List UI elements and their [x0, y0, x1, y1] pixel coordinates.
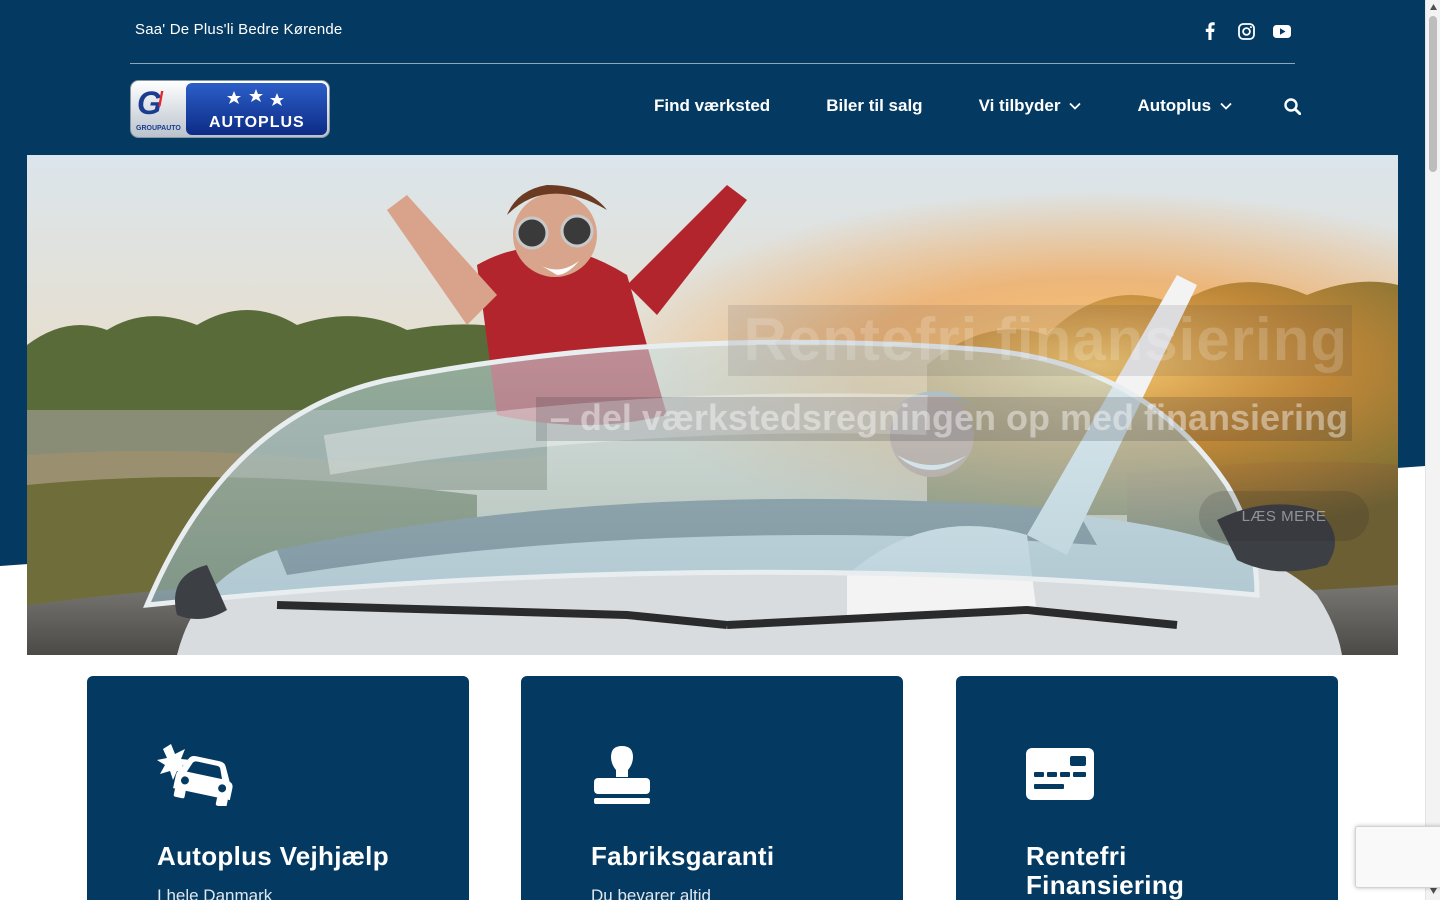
feature-card-vejhjaelp[interactable]: Autoplus Vejhjælp I hele Danmark — [87, 676, 469, 900]
car-crash-icon — [157, 744, 233, 811]
payment-card-icon — [1026, 744, 1094, 805]
svg-text:GROUPAUTO: GROUPAUTO — [136, 125, 181, 132]
hero-slider: Rentefri finansiering – del værkstedsreg… — [27, 155, 1398, 655]
hero-subtitle: – del værkstedsregningen op med finansie… — [535, 397, 1352, 441]
chevron-down-icon — [1069, 102, 1082, 110]
card-text: I hele Danmark — [157, 886, 273, 900]
main-nav: Find værksted Biler til salg Vi tilbyder… — [654, 96, 1302, 116]
nav-item-label: Vi tilbyder — [978, 96, 1061, 115]
svg-text:/: / — [158, 89, 164, 111]
youtube-icon[interactable] — [1273, 22, 1291, 40]
instagram-icon[interactable] — [1237, 22, 1255, 40]
groupauto-autoplus-logo[interactable]: G / GROUPAUTO AUTOPLUS — [130, 80, 330, 138]
facebook-icon[interactable] — [1201, 22, 1219, 40]
chevron-down-icon — [1220, 102, 1232, 110]
card-title: Autoplus Vejhjælp — [157, 841, 389, 871]
nav-item-biler-til-salg[interactable]: Biler til salg — [826, 96, 922, 116]
search-icon[interactable] — [1284, 97, 1302, 115]
card-title: Rentefri Finansiering — [1026, 841, 1185, 900]
top-bar: Saa' De Plus'li Bedre Kørende — [130, 0, 1295, 64]
scroll-up-arrow-icon[interactable] — [1429, 2, 1438, 12]
tagline: Saa' De Plus'li Bedre Kørende — [135, 21, 343, 38]
scrollbar-thumb[interactable] — [1429, 16, 1437, 172]
nav-item-label: Autoplus — [1137, 96, 1212, 115]
vertical-scrollbar[interactable] — [1425, 0, 1440, 900]
hero-read-more-button[interactable]: LÆS MERE — [1199, 491, 1369, 541]
hero-title: Rentefri finansiering — [727, 305, 1352, 376]
nav-item-label: Find værksted — [654, 96, 771, 115]
card-text: Du bevarer altid — [591, 886, 712, 900]
feature-card-rentefri-finansiering[interactable]: Rentefri Finansiering — [956, 676, 1338, 900]
social-links — [1201, 22, 1291, 40]
recaptcha-badge[interactable] — [1355, 826, 1440, 888]
card-title: Fabriksgaranti — [591, 841, 775, 871]
nav-item-find-vaerksted[interactable]: Find værksted — [654, 96, 770, 116]
nav-item-label: Biler til salg — [826, 96, 923, 115]
page: Saa' De Plus'li Bedre Kørende G / GROUPA… — [0, 0, 1425, 900]
svg-text:AUTOPLUS: AUTOPLUS — [209, 114, 305, 131]
nav-item-autoplus[interactable]: Autoplus — [1137, 96, 1232, 116]
stamp-icon — [591, 744, 653, 811]
feature-card-fabriksgaranti[interactable]: Fabriksgaranti Du bevarer altid — [521, 676, 903, 900]
nav-item-vi-tilbyder[interactable]: Vi tilbyder — [979, 96, 1082, 116]
